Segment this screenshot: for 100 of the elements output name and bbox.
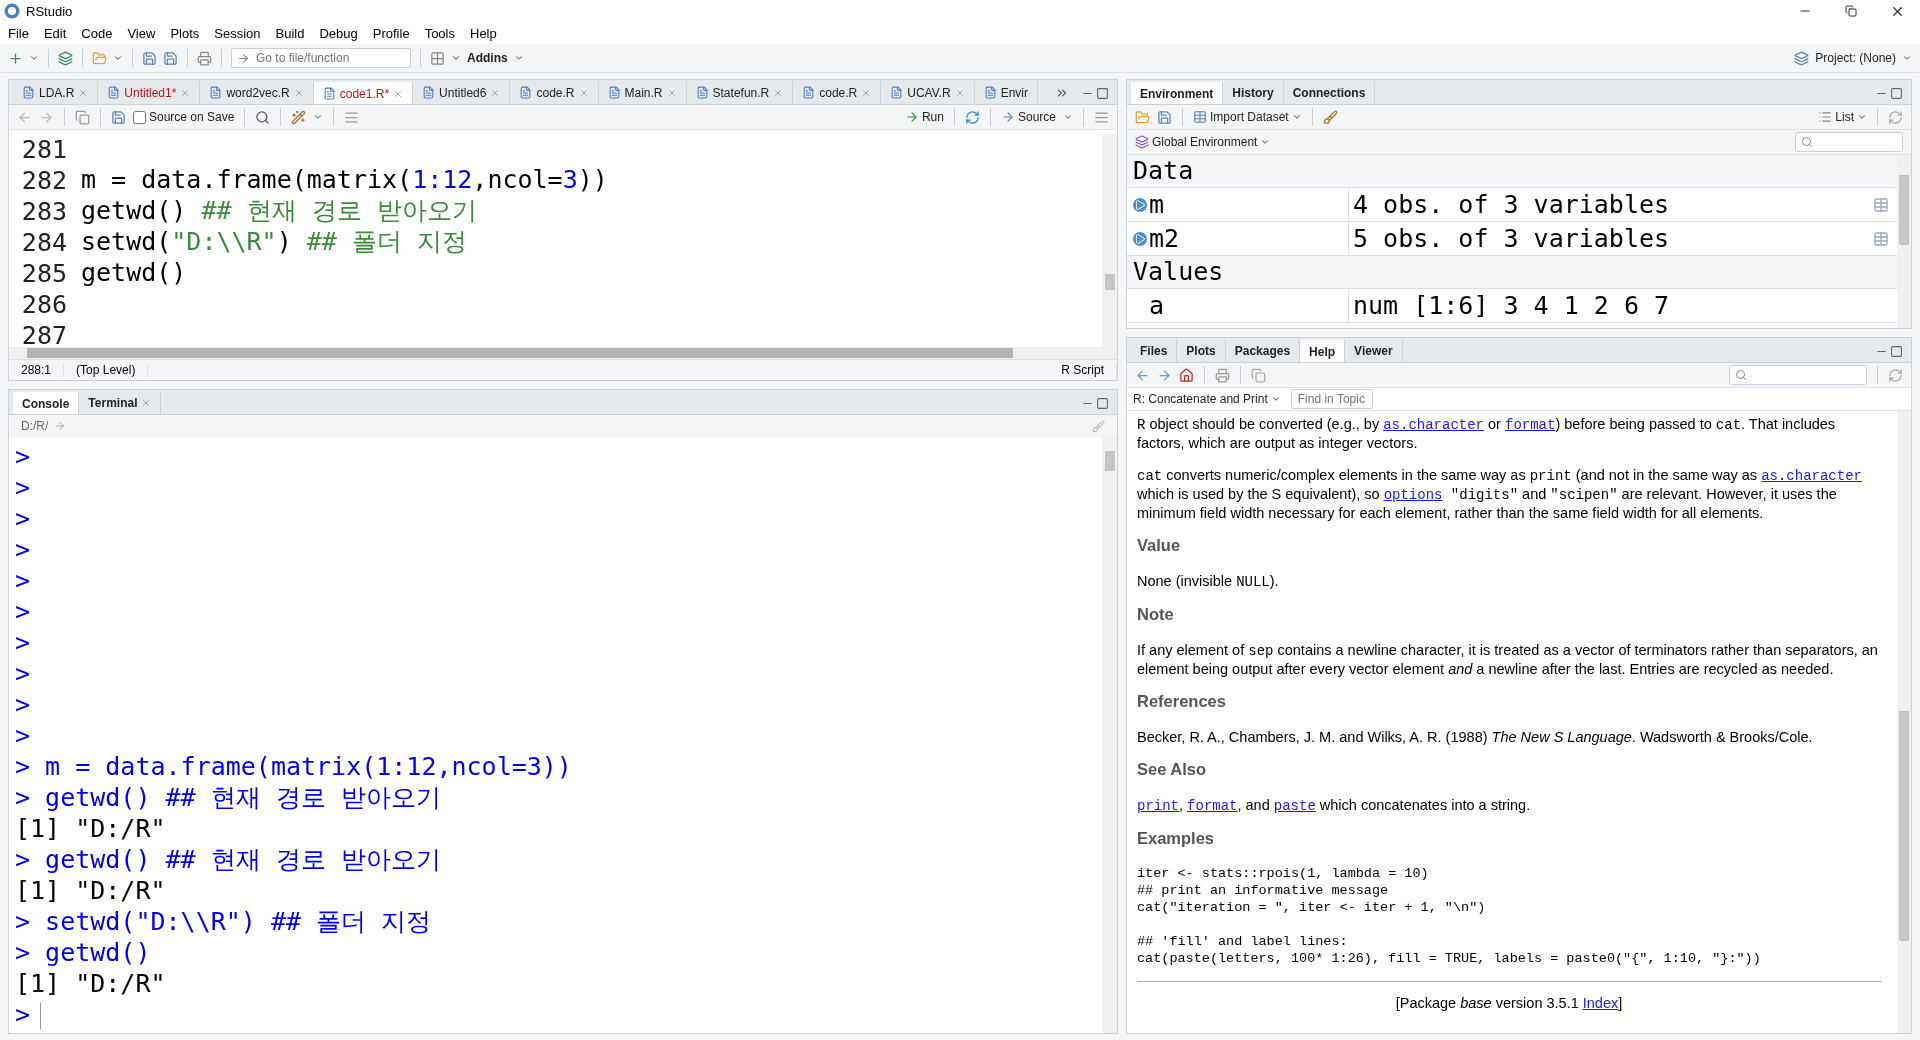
forward-icon[interactable]	[39, 109, 54, 125]
caret-icon[interactable]	[451, 53, 461, 63]
environment-selector[interactable]: Global Environment	[1135, 135, 1271, 149]
console-line: >	[15, 658, 32, 689]
help-link[interactable]: format	[1187, 798, 1238, 814]
console-output: [1] "D:/R"	[15, 813, 167, 844]
refresh-icon[interactable]	[1888, 367, 1903, 383]
go-to-file-field[interactable]: Go to file/function	[231, 48, 411, 68]
addins-menu[interactable]: Addins	[467, 51, 508, 65]
save-icon[interactable]	[111, 109, 126, 125]
caret-icon[interactable]	[1902, 53, 1912, 63]
menu-item[interactable]: Debug	[319, 25, 358, 41]
scrollbar-thumb[interactable]	[1105, 451, 1115, 471]
code-line: m = data.frame(matrix(1:12,ncol=3))	[81, 163, 609, 195]
help-link[interactable]: print	[1137, 798, 1179, 814]
save-all-icon[interactable]	[163, 50, 178, 66]
file-type-selector[interactable]: R Script	[1049, 363, 1117, 377]
caret-icon[interactable]	[29, 53, 39, 63]
expand-icon[interactable]	[1133, 197, 1147, 212]
open-folder-icon[interactable]	[92, 50, 107, 66]
refresh-icon[interactable]	[1888, 109, 1903, 125]
line-number: 284	[21, 227, 67, 258]
restore-icon[interactable]	[1845, 5, 1857, 17]
help-link[interactable]: as.character	[1761, 468, 1862, 484]
go-to-directory-icon[interactable]	[54, 420, 67, 432]
console-output: [1] "D:/R"	[15, 875, 167, 906]
maximize-pane-icon[interactable]	[1096, 397, 1109, 410]
broom-icon[interactable]	[1322, 109, 1338, 125]
menu-item[interactable]: Session	[214, 25, 261, 41]
console-line: > getwd() ## 현재 경로 받아오기	[15, 782, 442, 813]
print-icon[interactable]	[197, 50, 212, 66]
view-table-icon[interactable]	[1873, 230, 1889, 247]
help-paragraph: If any element of sep contains a newline character, it is treated as a vector of terminators rather than separators, an element being output after every vector element and a newline after the last. Entries are recycled as needed.	[1137, 641, 1879, 678]
expand-icon[interactable]	[1133, 231, 1147, 246]
run-button[interactable]: Run	[904, 110, 944, 124]
console-tab[interactable]: Console	[13, 392, 80, 414]
load-workspace-icon[interactable]	[1135, 109, 1150, 125]
menu-item[interactable]: Profile	[372, 25, 410, 41]
help-link[interactable]: as.character	[1383, 417, 1485, 433]
help-link[interactable]: paste	[1273, 798, 1316, 814]
caret-icon[interactable]	[313, 112, 324, 122]
source-on-save-checkbox[interactable]	[133, 110, 146, 124]
caret-icon[interactable]	[1063, 112, 1073, 122]
find-in-topic-field[interactable]: Find in Topic	[1290, 389, 1373, 409]
help-heading: See Also	[1137, 760, 1208, 778]
console-prompt[interactable]: >	[15, 1000, 31, 1029]
files-tab[interactable]: Help	[1300, 340, 1346, 362]
menu-item[interactable]: View	[127, 25, 156, 41]
table-icon	[1193, 110, 1207, 124]
menu-item[interactable]: Tools	[424, 25, 455, 41]
view-table-icon[interactable]	[1873, 196, 1889, 213]
console-line: >	[15, 689, 32, 720]
clear-console-icon[interactable]	[1092, 419, 1105, 433]
menu-item[interactable]: Help	[470, 25, 497, 41]
home-icon[interactable]	[1179, 367, 1194, 383]
grid-icon[interactable]	[430, 50, 445, 66]
topic-selector[interactable]: R: Concatenate and Print	[1133, 392, 1281, 406]
view-mode-menu[interactable]: List	[1818, 110, 1867, 124]
app-logo-icon	[4, 3, 20, 19]
help-search-field[interactable]	[1729, 365, 1867, 385]
line-number: 283	[21, 196, 67, 227]
maximize-pane-icon[interactable]	[1890, 87, 1903, 100]
line-number: 286	[21, 289, 67, 320]
search-field[interactable]	[1795, 132, 1903, 152]
caret-icon[interactable]	[513, 53, 524, 63]
caret-icon[interactable]	[113, 53, 123, 63]
scrollbar-thumb[interactable]	[1105, 274, 1115, 290]
scrollbar-thumb[interactable]	[27, 348, 1014, 358]
maximize-pane-icon[interactable]	[1890, 345, 1903, 358]
scrollbar-thumb[interactable]	[1899, 711, 1909, 941]
save-icon[interactable]	[142, 50, 157, 66]
help-link[interactable]: options	[1383, 487, 1443, 503]
source-button[interactable]: Source	[1000, 110, 1056, 124]
forward-icon[interactable]	[1157, 367, 1172, 383]
editor-tab[interactable]: code1.R*	[313, 82, 414, 104]
rerun-icon[interactable]	[964, 109, 980, 125]
scope-selector[interactable]: (Top Level)	[64, 363, 149, 377]
menu-item[interactable]: Code	[81, 25, 113, 41]
maximize-pane-icon[interactable]	[1096, 87, 1109, 100]
more-tabs-icon[interactable]	[1055, 86, 1069, 100]
menu-item[interactable]: File	[8, 25, 29, 41]
menu-item[interactable]: Plots	[170, 25, 200, 41]
import-dataset-button[interactable]: Import Dataset	[1193, 110, 1302, 124]
menu-item[interactable]: Edit	[43, 25, 67, 41]
caret-icon	[1260, 137, 1271, 147]
print-icon[interactable]	[1215, 367, 1230, 383]
line-number: 287	[21, 320, 67, 347]
project-menu[interactable]: Project: (None)	[1815, 51, 1896, 65]
back-icon[interactable]	[17, 109, 32, 125]
magic-wand-icon[interactable]	[291, 109, 307, 125]
menu-item[interactable]: Build	[275, 25, 305, 41]
save-icon[interactable]	[1157, 109, 1172, 125]
help-link[interactable]: format	[1505, 417, 1556, 433]
scrollbar-thumb[interactable]	[1899, 175, 1909, 245]
back-icon[interactable]	[1135, 367, 1150, 383]
new-file-icon[interactable]	[8, 50, 23, 66]
console-line: >	[15, 627, 32, 658]
console-line: > getwd()	[15, 937, 152, 968]
environment-tab[interactable]: Environment	[1131, 82, 1224, 104]
search-icon[interactable]	[255, 109, 271, 125]
